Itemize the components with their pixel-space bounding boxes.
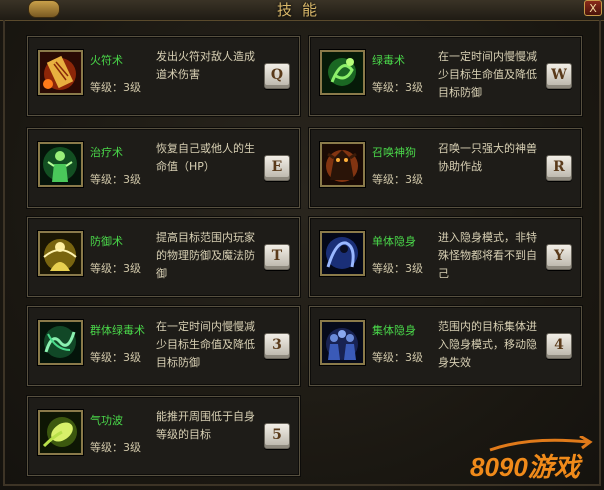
skill-description: 恢复自己或他人的生命值（HP） <box>156 142 255 173</box>
title-bar[interactable]: 技能 X <box>0 0 604 21</box>
window-title: 技能 <box>276 1 327 19</box>
skill-slot-summon-beast[interactable]: 召唤神狗 等级：3级 召唤一只强大的神兽协助作战 R <box>309 128 582 208</box>
hotkey-button[interactable]: T <box>264 244 290 270</box>
hotkey-button[interactable]: W <box>546 63 572 89</box>
skill-slot-mass-poison[interactable]: 群体绿毒术 等级：3级 在一定时间内慢慢减少目标生命值及降低目标防御 3 <box>27 306 300 386</box>
watermark-text: 8090游戏 <box>470 452 583 482</box>
skill-description: 能推开周围低于自身等级的目标 <box>156 410 255 441</box>
skill-description: 发出火符对敌人造成道术伤害 <box>156 50 255 81</box>
skill-description: 在一定时间内慢慢减少目标生命值及降低目标防御 <box>156 320 255 369</box>
hotkey-button[interactable]: 4 <box>546 333 572 359</box>
skill-name: 单体隐身 <box>372 235 416 248</box>
skill-slot-defense[interactable]: 防御术 等级：3级 提高目标范围内玩家的物理防御及魔法防御 T <box>27 217 300 297</box>
skill-name: 防御术 <box>90 235 123 248</box>
skill-name: 气功波 <box>90 414 123 427</box>
mass-stealth-icon[interactable] <box>320 320 365 365</box>
skill-level: 等级：3级 <box>90 173 141 186</box>
hotkey-button[interactable]: Y <box>546 244 572 270</box>
skill-name: 治疗术 <box>90 146 123 159</box>
skills-window: 技能 X 火符术 等级：3级 发出火符对敌人造成道术伤害 Q 绿毒术 等级：3级… <box>0 0 604 490</box>
skill-description: 在一定时间内慢慢减少目标生命值及降低目标防御 <box>438 50 537 99</box>
fire-talisman-icon[interactable] <box>38 50 83 95</box>
skill-level: 等级：3级 <box>90 262 141 275</box>
skill-name: 绿毒术 <box>372 54 405 67</box>
mass-poison-icon[interactable] <box>38 320 83 365</box>
skill-name: 群体绿毒术 <box>90 324 145 337</box>
hotkey-button[interactable]: E <box>264 155 290 181</box>
skill-description: 提高目标范围内玩家的物理防御及魔法防御 <box>156 231 255 280</box>
skill-slot-mass-stealth[interactable]: 集体隐身 等级：3级 范围内的目标集体进入隐身模式，移动隐身失效 4 <box>309 306 582 386</box>
skill-slot-stealth[interactable]: 单体隐身 等级：3级 进入隐身模式，非特殊怪物都将看不到自己 Y <box>309 217 582 297</box>
hotkey-button[interactable]: Q <box>264 63 290 89</box>
skill-name: 召唤神狗 <box>372 146 416 159</box>
skill-level: 等级：3级 <box>90 441 141 454</box>
stealth-icon[interactable] <box>320 231 365 276</box>
skill-level: 等级：3级 <box>90 351 141 364</box>
green-poison-icon[interactable] <box>320 50 365 95</box>
skill-description: 范围内的目标集体进入隐身模式，移动隐身失效 <box>438 320 537 369</box>
skill-level: 等级：3级 <box>372 262 423 275</box>
skill-description: 进入隐身模式，非特殊怪物都将看不到自己 <box>438 231 537 280</box>
skill-name: 集体隐身 <box>372 324 416 337</box>
hotkey-button[interactable]: 5 <box>264 423 290 449</box>
healing-icon[interactable] <box>38 142 83 187</box>
skill-description: 召唤一只强大的神兽协助作战 <box>438 142 537 173</box>
skill-level: 等级：3级 <box>372 173 423 186</box>
skill-level: 等级：3级 <box>372 81 423 94</box>
site-watermark-logo: 8090游戏 <box>470 434 598 486</box>
skill-level: 等级：3级 <box>372 351 423 364</box>
close-button[interactable]: X <box>584 0 602 16</box>
skill-name: 火符术 <box>90 54 123 67</box>
summon-beast-icon[interactable] <box>320 142 365 187</box>
hotkey-button[interactable]: R <box>546 155 572 181</box>
hotkey-button[interactable]: 3 <box>264 333 290 359</box>
skill-slot-green-poison[interactable]: 绿毒术 等级：3级 在一定时间内慢慢减少目标生命值及降低目标防御 W <box>309 36 582 116</box>
skill-level: 等级：3级 <box>90 81 141 94</box>
qigong-wave-icon[interactable] <box>38 410 83 455</box>
skill-slot-healing[interactable]: 治疗术 等级：3级 恢复自己或他人的生命值（HP） E <box>27 128 300 208</box>
defense-icon[interactable] <box>38 231 83 276</box>
skill-slot-fire-talisman[interactable]: 火符术 等级：3级 发出火符对敌人造成道术伤害 Q <box>27 36 300 116</box>
skill-slot-qigong-wave[interactable]: 气功波 等级：3级 能推开周围低于自身等级的目标 5 <box>27 396 300 476</box>
